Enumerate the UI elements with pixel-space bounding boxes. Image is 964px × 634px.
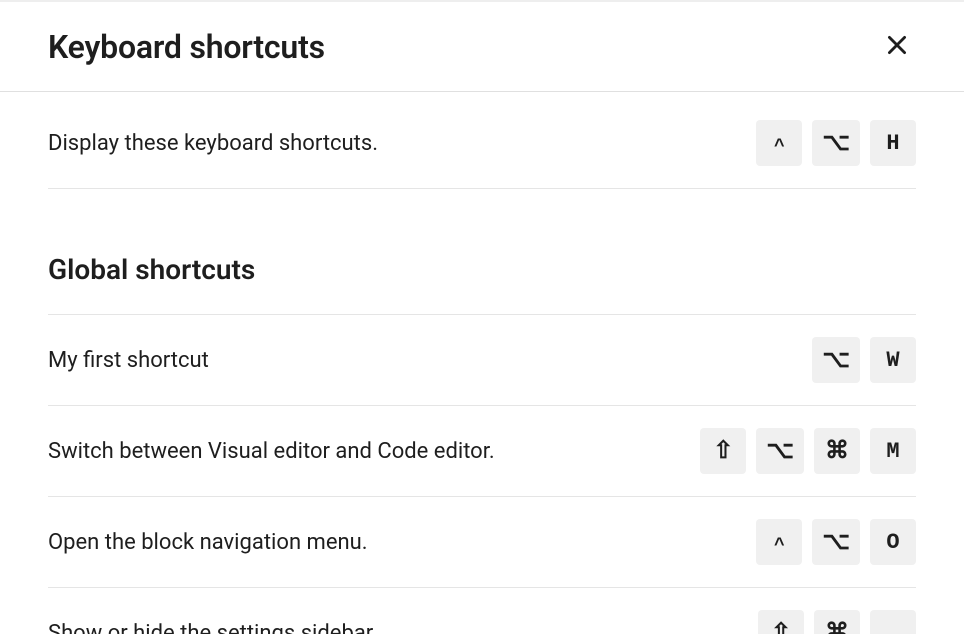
shortcut-keys: ^ ⌥ O [756,519,916,565]
key-option: ⌥ [812,337,860,383]
shortcut-keys: ⌥ W [812,337,916,383]
key-ctrl: ^ [756,120,802,166]
key-option: ⌥ [812,519,860,565]
key-comma: , [870,610,916,634]
shortcut-keys: ⇧ ⌘ , [758,610,916,634]
shortcut-description: Display these keyboard shortcuts. [48,131,378,156]
key-option: ⌥ [756,428,804,474]
section-heading-global: Global shortcuts [48,253,916,286]
shortcut-row: Show or hide the settings sidebar. ⇧ ⌘ , [48,588,916,634]
modal-title: Keyboard shortcuts [48,28,325,66]
key-shift: ⇧ [758,610,804,634]
shortcut-description: Switch between Visual editor and Code ed… [48,439,495,464]
key-ctrl: ^ [756,519,802,565]
modal-header: Keyboard shortcuts [0,2,964,92]
key-command: ⌘ [814,610,860,634]
key-letter: O [870,519,916,565]
shortcut-row: Switch between Visual editor and Code ed… [48,406,916,497]
key-letter: M [870,428,916,474]
shortcut-row: Open the block navigation menu. ^ ⌥ O [48,497,916,588]
shortcut-keys: ⇧ ⌥ ⌘ M [700,428,916,474]
key-shift: ⇧ [700,428,746,474]
key-command: ⌘ [814,428,860,474]
shortcut-row: My first shortcut ⌥ W [48,315,916,406]
shortcut-row: Display these keyboard shortcuts. ^ ⌥ H [48,92,916,189]
key-letter: H [870,120,916,166]
modal-body: Display these keyboard shortcuts. ^ ⌥ H … [0,92,964,634]
close-button[interactable] [878,26,916,67]
shortcut-keys: ^ ⌥ H [756,120,916,166]
shortcut-description: Show or hide the settings sidebar. [48,621,378,634]
close-icon [884,32,910,61]
key-letter: W [870,337,916,383]
shortcut-description: My first shortcut [48,348,209,373]
keyboard-shortcuts-modal: Keyboard shortcuts Display these keyboar… [0,0,964,634]
key-option: ⌥ [812,120,860,166]
shortcut-description: Open the block navigation menu. [48,530,368,555]
